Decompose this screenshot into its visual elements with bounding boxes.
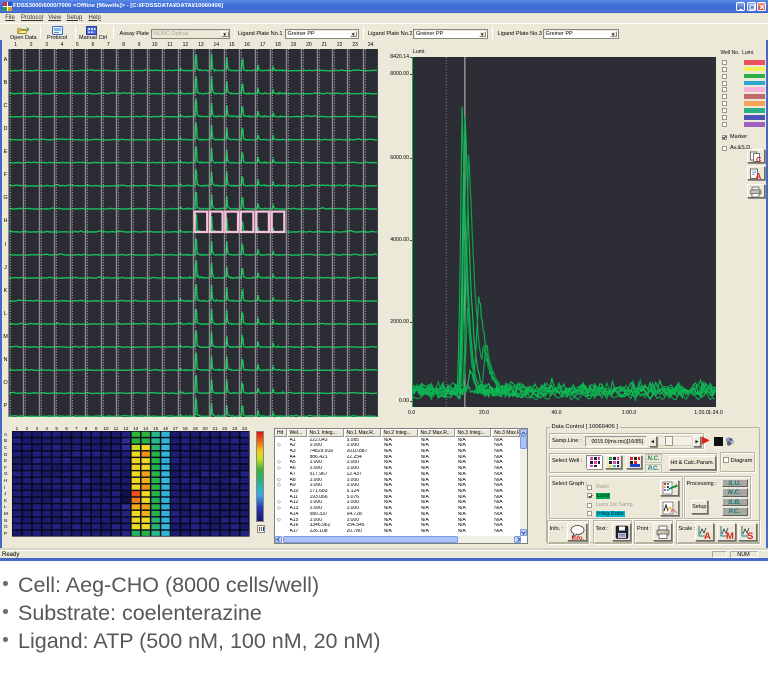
svg-text:C: C	[756, 155, 762, 163]
svg-text:Info.: Info.	[572, 536, 585, 541]
svg-text:A: A	[755, 172, 761, 180]
svg-text:S: S	[747, 531, 753, 541]
svg-text:M: M	[726, 531, 734, 541]
svg-text:A: A	[704, 531, 711, 541]
